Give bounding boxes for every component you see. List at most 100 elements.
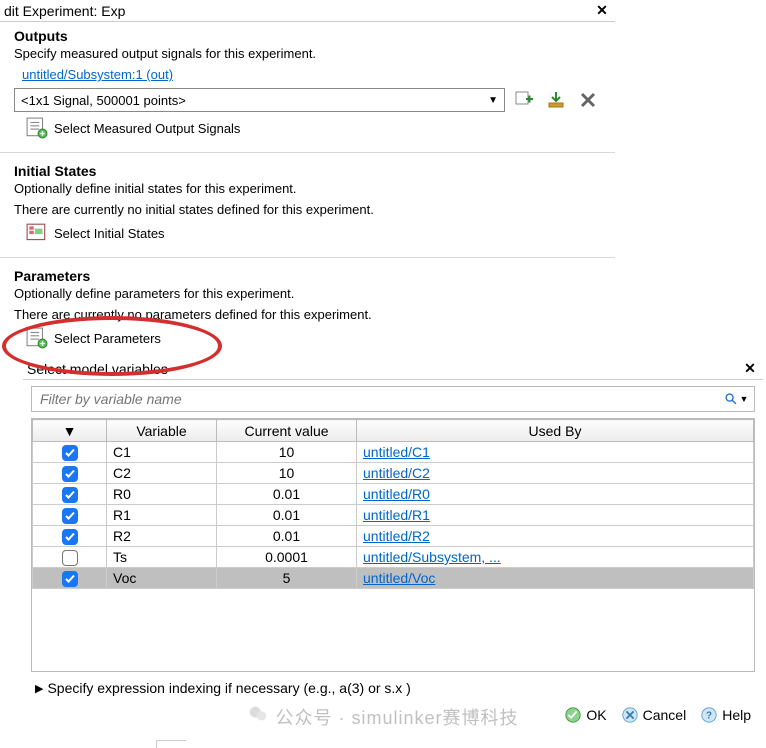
row-current-value: 0.01 (217, 484, 357, 505)
outputs-desc: Specify measured output signals for this… (14, 46, 601, 61)
svg-text:?: ? (706, 711, 712, 722)
variables-table: ▼ Variable Current value Used By C110 unt… (32, 419, 754, 589)
chevron-down-icon: ▼ (740, 394, 749, 404)
row-used-by: untitled/R0 (357, 484, 754, 505)
table-row[interactable]: Ts0.0001 untitled/Subsystem, ... (33, 547, 754, 568)
col-header-current-value[interactable]: Current value (217, 420, 357, 442)
row-variable: C1 (107, 442, 217, 463)
row-current-value: 0.01 (217, 505, 357, 526)
row-variable: C2 (107, 463, 217, 484)
parameters-heading: Parameters (14, 268, 601, 284)
row-variable: R0 (107, 484, 217, 505)
dialog-titlebar: dit Experiment: Exp ✕ (0, 0, 615, 22)
filter-row: ▼ (31, 386, 755, 412)
add-signal-button[interactable] (511, 88, 537, 112)
ok-button[interactable]: OK (564, 706, 606, 724)
checkbox-checked-icon[interactable] (62, 508, 78, 524)
edit-experiment-dialog: dit Experiment: Exp ✕ Outputs Specify me… (0, 0, 615, 366)
cancel-label: Cancel (643, 707, 687, 723)
used-by-link[interactable]: untitled/C1 (363, 444, 430, 460)
dialog-title: dit Experiment: Exp (4, 3, 593, 19)
checkbox-checked-icon[interactable] (62, 445, 78, 461)
used-by-link[interactable]: untitled/R1 (363, 507, 430, 523)
filter-input[interactable] (32, 387, 718, 411)
used-by-link[interactable]: untitled/R2 (363, 528, 430, 544)
table-row[interactable]: Voc5 untitled/Voc (33, 568, 754, 589)
used-by-link[interactable]: untitled/Voc (363, 570, 435, 586)
used-by-link[interactable]: untitled/R0 (363, 486, 430, 502)
table-row[interactable]: C110 untitled/C1 (33, 442, 754, 463)
row-used-by: untitled/R1 (357, 505, 754, 526)
row-used-by: untitled/Subsystem, ... (357, 547, 754, 568)
row-variable: R2 (107, 526, 217, 547)
row-checkbox-cell[interactable] (33, 568, 107, 589)
select-measured-outputs-button[interactable]: Select Measured Output Signals (26, 118, 601, 138)
help-label: Help (722, 707, 751, 723)
col-header-used-by[interactable]: Used By (357, 420, 754, 442)
row-checkbox-cell[interactable] (33, 526, 107, 547)
search-dropdown-button[interactable]: ▼ (718, 387, 754, 411)
select-variables-dialog: Select model variables ✕ ▼ ▼ Variable Cu… (23, 358, 763, 734)
select-measured-outputs-label: Select Measured Output Signals (54, 121, 240, 136)
checkbox-unchecked-icon[interactable] (62, 550, 78, 566)
used-by-link[interactable]: untitled/C2 (363, 465, 430, 481)
variables-table-wrap: ▼ Variable Current value Used By C110 unt… (31, 418, 755, 672)
table-row[interactable]: R20.01 untitled/R2 (33, 526, 754, 547)
row-current-value: 5 (217, 568, 357, 589)
select-initial-states-label: Select Initial States (54, 226, 165, 241)
col-header-check[interactable]: ▼ (33, 420, 107, 442)
row-checkbox-cell[interactable] (33, 463, 107, 484)
expression-indexing-toggle[interactable]: ▶ Specify expression indexing if necessa… (35, 680, 751, 696)
signal-row: <1x1 Signal, 500001 points> ▼ (14, 88, 601, 112)
button-row: OK Cancel ? Help (23, 702, 763, 734)
annotation-circle (2, 316, 222, 376)
signal-select[interactable]: <1x1 Signal, 500001 points> ▼ (14, 88, 505, 112)
checkbox-checked-icon[interactable] (62, 571, 78, 587)
row-variable: Voc (107, 568, 217, 589)
col-header-variable[interactable]: Variable (107, 420, 217, 442)
table-row[interactable]: R10.01 untitled/R1 (33, 505, 754, 526)
expression-indexing-label: Specify expression indexing if necessary… (47, 680, 410, 696)
row-checkbox-cell[interactable] (33, 484, 107, 505)
outputs-section: Outputs Specify measured output signals … (0, 22, 615, 148)
ok-label: OK (586, 707, 606, 723)
row-checkbox-cell[interactable] (33, 505, 107, 526)
row-checkbox-cell[interactable] (33, 442, 107, 463)
close-icon[interactable]: ✕ (593, 2, 611, 19)
row-used-by: untitled/C1 (357, 442, 754, 463)
delete-signal-button[interactable] (575, 88, 601, 112)
chevron-down-icon: ▼ (488, 95, 498, 106)
row-used-by: untitled/R2 (357, 526, 754, 547)
select-initial-states-button[interactable]: Select Initial States (26, 223, 601, 243)
table-row[interactable]: R00.01 untitled/R0 (33, 484, 754, 505)
output-signal-link[interactable]: untitled/Subsystem:1 (out) (22, 67, 173, 82)
close-icon[interactable]: ✕ (741, 360, 759, 377)
outputs-heading: Outputs (14, 28, 601, 44)
bottom-stub (156, 740, 186, 748)
chevron-right-icon: ▶ (35, 682, 43, 695)
row-checkbox-cell[interactable] (33, 547, 107, 568)
used-by-link[interactable]: untitled/Subsystem, ... (363, 549, 501, 565)
states-icon (26, 223, 48, 243)
row-current-value: 10 (217, 463, 357, 484)
parameters-desc: Optionally define parameters for this ex… (14, 286, 601, 301)
row-current-value: 0.01 (217, 526, 357, 547)
cancel-button[interactable]: Cancel (621, 706, 687, 724)
checkbox-checked-icon[interactable] (62, 529, 78, 545)
help-button[interactable]: ? Help (700, 706, 751, 724)
initial-states-status: There are currently no initial states de… (14, 202, 601, 217)
edit-list-icon (26, 118, 48, 138)
row-used-by: untitled/C2 (357, 463, 754, 484)
row-variable: Ts (107, 547, 217, 568)
initial-states-desc: Optionally define initial states for thi… (14, 181, 601, 196)
table-row[interactable]: C210 untitled/C2 (33, 463, 754, 484)
row-current-value: 0.0001 (217, 547, 357, 568)
row-variable: R1 (107, 505, 217, 526)
row-used-by: untitled/Voc (357, 568, 754, 589)
checkbox-checked-icon[interactable] (62, 487, 78, 503)
row-current-value: 10 (217, 442, 357, 463)
import-signal-button[interactable] (543, 88, 569, 112)
initial-states-section: Initial States Optionally define initial… (0, 157, 615, 253)
checkbox-checked-icon[interactable] (62, 466, 78, 482)
signal-select-value: <1x1 Signal, 500001 points> (21, 93, 186, 108)
